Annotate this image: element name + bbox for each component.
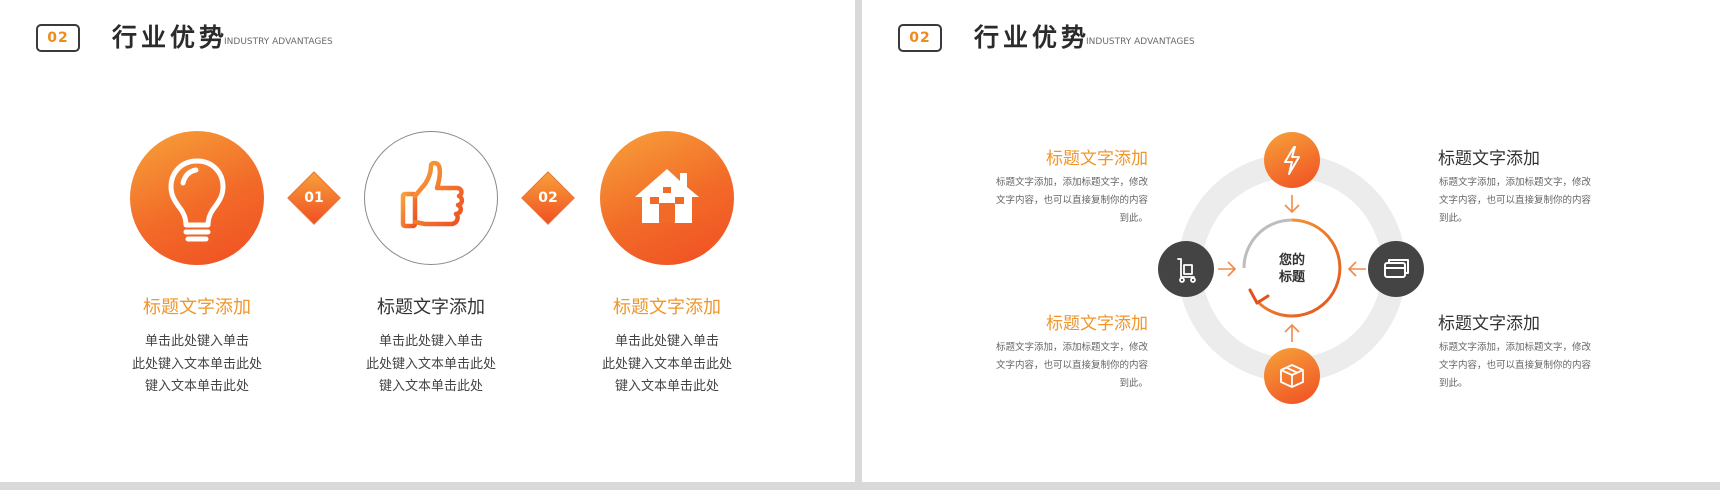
- lightning-icon: [1284, 146, 1300, 175]
- block-body-bottom-right: 标题文字添加，添加标题文字，修改 文字内容，也可以直接复制你的内容 到此。: [1439, 342, 1592, 389]
- slide-left: 02 行业优势 INDUSTRY ADVANTAGES 01 02 标题文字添加…: [0, 0, 855, 482]
- block-title-bottom-right: 标题文字添加: [1438, 314, 1540, 334]
- block-title-bottom-left: 标题文字添加: [1046, 314, 1148, 334]
- box-icon: [1280, 364, 1304, 388]
- arrow-down-icon: [1284, 195, 1300, 214]
- feature-title-3: 标题文字添加: [613, 297, 721, 318]
- feature-body-3: 单击此处键入单击 此处键入文本单击此处 键入文本单击此处: [601, 334, 732, 394]
- node-right: [1368, 241, 1424, 297]
- feature-body-1: 单击此处键入单击 此处键入文本单击此处 键入文本单击此处: [131, 334, 262, 394]
- page-title: 行业优势: [974, 23, 1091, 52]
- block-body-top-right: 标题文字添加，添加标题文字，修改 文字内容，也可以直接复制你的内容 到此。: [1439, 177, 1592, 224]
- block-body-bottom-left: 标题文字添加，添加标题文字，修改 文字内容，也可以直接复制你的内容 到此。: [995, 342, 1148, 389]
- feature-circle-2: [364, 131, 498, 265]
- node-top: [1264, 132, 1320, 188]
- block-title-top-left: 标题文字添加: [1046, 149, 1148, 169]
- page-subtitle: INDUSTRY ADVANTAGES: [224, 37, 333, 47]
- feature-title-1: 标题文字添加: [143, 297, 251, 318]
- cart-icon: [1177, 258, 1196, 283]
- thumbs-up-icon: [400, 160, 465, 229]
- block-title-top-right: 标题文字添加: [1438, 149, 1540, 169]
- feature-body-2: 单击此处键入单击 此处键入文本单击此处 键入文本单击此处: [365, 334, 496, 394]
- arrow-right-icon: [1218, 261, 1237, 277]
- lightbulb-icon: [168, 158, 226, 242]
- step-marker-1: 01: [287, 171, 341, 225]
- arrow-left-icon: [1347, 261, 1366, 277]
- page-title: 行业优势: [112, 23, 229, 52]
- step-marker-2: 02: [521, 171, 575, 225]
- page-subtitle: INDUSTRY ADVANTAGES: [1086, 37, 1195, 47]
- section-badge: 02: [898, 24, 942, 52]
- card-icon: [1384, 259, 1409, 278]
- house-icon: [635, 169, 699, 223]
- feature-circle-1: [130, 131, 264, 265]
- block-body-top-left: 标题文字添加，添加标题文字，修改 文字内容，也可以直接复制你的内容 到此。: [995, 177, 1148, 224]
- feature-title-2: 标题文字添加: [377, 297, 485, 318]
- feature-circle-3: [600, 131, 734, 265]
- center-title: 您的 标题: [1278, 253, 1305, 285]
- node-bottom: [1264, 348, 1320, 404]
- arrow-up-icon: [1284, 323, 1300, 342]
- node-left: [1158, 241, 1214, 297]
- section-badge: 02: [36, 24, 80, 52]
